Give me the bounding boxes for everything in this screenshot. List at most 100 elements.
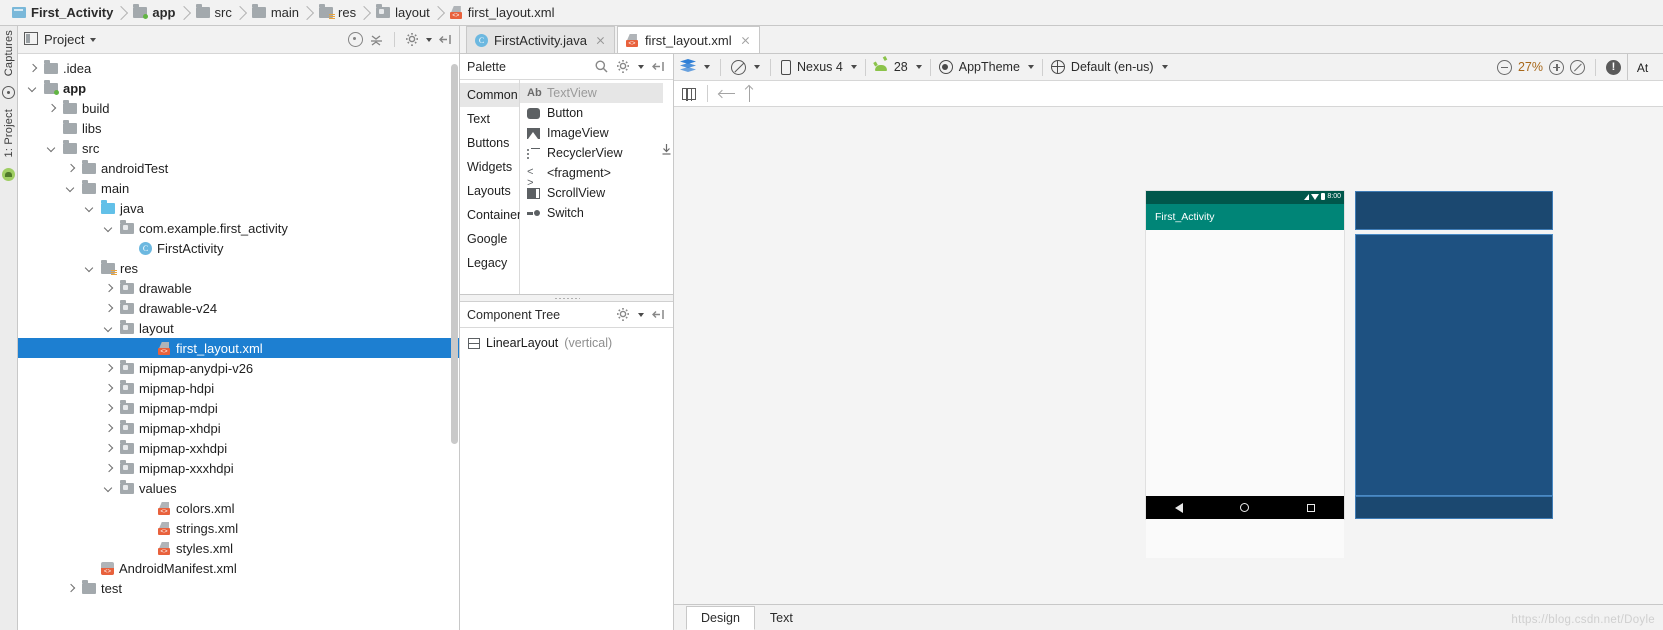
palette-scrollbar[interactable] bbox=[662, 80, 673, 294]
tree-toggle-icon[interactable] bbox=[104, 223, 115, 234]
tree-item[interactable]: libs bbox=[18, 118, 459, 138]
device-preview[interactable]: 8:00 First_Activity bbox=[1146, 191, 1344, 558]
palette-category-text[interactable]: Text bbox=[460, 107, 519, 131]
tree-item[interactable]: test bbox=[18, 578, 459, 598]
locale-chevron-icon[interactable] bbox=[1161, 65, 1168, 69]
tree-item[interactable]: java bbox=[18, 198, 459, 218]
tree-toggle-icon[interactable] bbox=[66, 183, 77, 194]
orientation-chevron-icon[interactable] bbox=[754, 65, 760, 69]
tree-item[interactable]: app bbox=[18, 78, 459, 98]
tree-item[interactable]: .idea bbox=[18, 58, 459, 78]
palette-category-buttons[interactable]: Buttons bbox=[460, 131, 519, 155]
breadcrumb-item-main[interactable]: main bbox=[244, 0, 311, 26]
theme-selector-label[interactable]: AppTheme bbox=[959, 60, 1020, 74]
gear-icon[interactable] bbox=[616, 307, 631, 322]
api-chevron-icon[interactable] bbox=[915, 65, 922, 69]
palette-item[interactable]: Switch bbox=[520, 203, 663, 223]
device-selector-label[interactable]: Nexus 4 bbox=[797, 60, 843, 74]
tree-toggle-icon[interactable] bbox=[28, 83, 39, 94]
tree-toggle-icon[interactable] bbox=[85, 203, 96, 214]
tree-item[interactable]: C FirstActivity bbox=[18, 238, 459, 258]
hide-panel-icon[interactable] bbox=[651, 59, 666, 74]
tree-item[interactable]: mipmap-xxhdpi bbox=[18, 438, 459, 458]
tree-item[interactable]: mipmap-hdpi bbox=[18, 378, 459, 398]
download-icon[interactable] bbox=[662, 144, 671, 155]
tree-item[interactable]: mipmap-mdpi bbox=[18, 398, 459, 418]
palette-items[interactable]: Ab TextView Button ImageView RecyclerView < >… bbox=[520, 80, 663, 294]
zoom-out-icon[interactable] bbox=[1496, 59, 1512, 75]
tree-item[interactable]: <> first_layout.xml bbox=[18, 338, 459, 358]
rail-project-label[interactable]: 1: Project bbox=[3, 109, 15, 157]
issues-icon[interactable]: ! bbox=[1606, 59, 1621, 75]
tree-toggle-icon[interactable] bbox=[104, 383, 115, 394]
palette-category-containers[interactable]: Containers bbox=[460, 203, 527, 227]
chevron-down-icon[interactable] bbox=[90, 37, 97, 42]
palette-category-legacy[interactable]: Legacy bbox=[460, 251, 519, 275]
panel-splitter[interactable] bbox=[460, 295, 673, 302]
palette-item[interactable]: ImageView bbox=[520, 123, 663, 143]
tree-item[interactable]: values bbox=[18, 478, 459, 498]
palette-category-layouts[interactable]: Layouts bbox=[460, 179, 519, 203]
tree-item[interactable]: androidTest bbox=[18, 158, 459, 178]
android-icon[interactable] bbox=[2, 167, 15, 181]
orientation-icon[interactable] bbox=[731, 59, 746, 75]
tab-design[interactable]: Design bbox=[686, 606, 755, 630]
tree-toggle-icon[interactable] bbox=[28, 63, 39, 74]
tree-item[interactable]: drawable bbox=[18, 278, 459, 298]
tree-toggle-icon[interactable] bbox=[104, 283, 115, 294]
design-canvas[interactable]: 8:00 First_Activity bbox=[674, 107, 1663, 605]
tree-item[interactable]: layout bbox=[18, 318, 459, 338]
tree-item[interactable]: drawable-v24 bbox=[18, 298, 459, 318]
palette-item[interactable]: RecyclerView bbox=[520, 143, 663, 163]
palette-item[interactable]: < > <fragment> bbox=[520, 163, 663, 189]
gear-chevron-icon[interactable] bbox=[638, 64, 644, 69]
tab-first-layout-xml[interactable]: <> first_layout.xml bbox=[616, 26, 760, 53]
gear-icon[interactable] bbox=[405, 32, 420, 47]
tree-toggle-icon[interactable] bbox=[104, 323, 115, 334]
breadcrumb-item-res[interactable]: res bbox=[311, 0, 368, 26]
component-tree-body[interactable]: LinearLayout (vertical) bbox=[460, 328, 673, 630]
close-icon[interactable] bbox=[740, 35, 751, 46]
horizontal-resize-icon[interactable] bbox=[719, 89, 735, 99]
breadcrumb-item-project[interactable]: First_Activity bbox=[4, 0, 125, 26]
hide-panel-icon[interactable] bbox=[438, 32, 453, 47]
breadcrumb-item-src[interactable]: src bbox=[188, 0, 244, 26]
captures-icon[interactable] bbox=[2, 86, 15, 100]
tree-toggle-icon[interactable] bbox=[47, 103, 58, 114]
device-chevron-icon[interactable] bbox=[850, 65, 857, 69]
tree-item[interactable]: <> styles.xml bbox=[18, 538, 459, 558]
tree-toggle-icon[interactable] bbox=[104, 443, 115, 454]
design-mode-chevron-icon[interactable] bbox=[704, 65, 710, 69]
tree-item[interactable]: <> colors.xml bbox=[18, 498, 459, 518]
tree-toggle-icon[interactable] bbox=[104, 363, 115, 374]
theme-chevron-icon[interactable] bbox=[1027, 65, 1034, 69]
component-tree-node[interactable]: LinearLayout (vertical) bbox=[460, 333, 673, 353]
breadcrumb-item-layout[interactable]: layout bbox=[368, 0, 442, 26]
tab-firstactivity-java[interactable]: C FirstActivity.java bbox=[466, 26, 615, 53]
tree-item[interactable]: main bbox=[18, 178, 459, 198]
tree-item[interactable]: mipmap-xhdpi bbox=[18, 418, 459, 438]
api-selector-label[interactable]: 28 bbox=[894, 60, 908, 74]
gear-icon[interactable] bbox=[616, 59, 631, 74]
tree-item[interactable]: res bbox=[18, 258, 459, 278]
zoom-reset-icon[interactable] bbox=[1570, 59, 1585, 75]
project-tree[interactable]: .idea app build libs src androidTest main java c… bbox=[18, 54, 459, 630]
attributes-panel-tab[interactable]: At bbox=[1627, 54, 1657, 80]
tree-item[interactable]: src bbox=[18, 138, 459, 158]
tree-toggle-icon[interactable] bbox=[104, 463, 115, 474]
search-icon[interactable] bbox=[594, 59, 609, 74]
tree-item[interactable]: AndroidManifest.xml bbox=[18, 558, 459, 578]
tree-toggle-icon[interactable] bbox=[104, 483, 115, 494]
design-mode-icon[interactable] bbox=[680, 59, 696, 74]
tree-toggle-icon[interactable] bbox=[104, 403, 115, 414]
tree-toggle-icon[interactable] bbox=[47, 143, 58, 154]
rail-captures-label[interactable]: Captures bbox=[3, 30, 15, 76]
project-tree-scrollbar[interactable] bbox=[450, 54, 459, 630]
palette-item[interactable]: ScrollView bbox=[520, 183, 663, 203]
palette-item[interactable]: Button bbox=[520, 103, 663, 123]
locale-selector-label[interactable]: Default (en-us) bbox=[1071, 60, 1154, 74]
palette-categories[interactable]: Common Text Buttons Widgets Layouts Container… bbox=[460, 80, 527, 294]
tree-item[interactable]: <> strings.xml bbox=[18, 518, 459, 538]
palette-category-google[interactable]: Google bbox=[460, 227, 519, 251]
gear-chevron-icon[interactable] bbox=[426, 37, 432, 42]
